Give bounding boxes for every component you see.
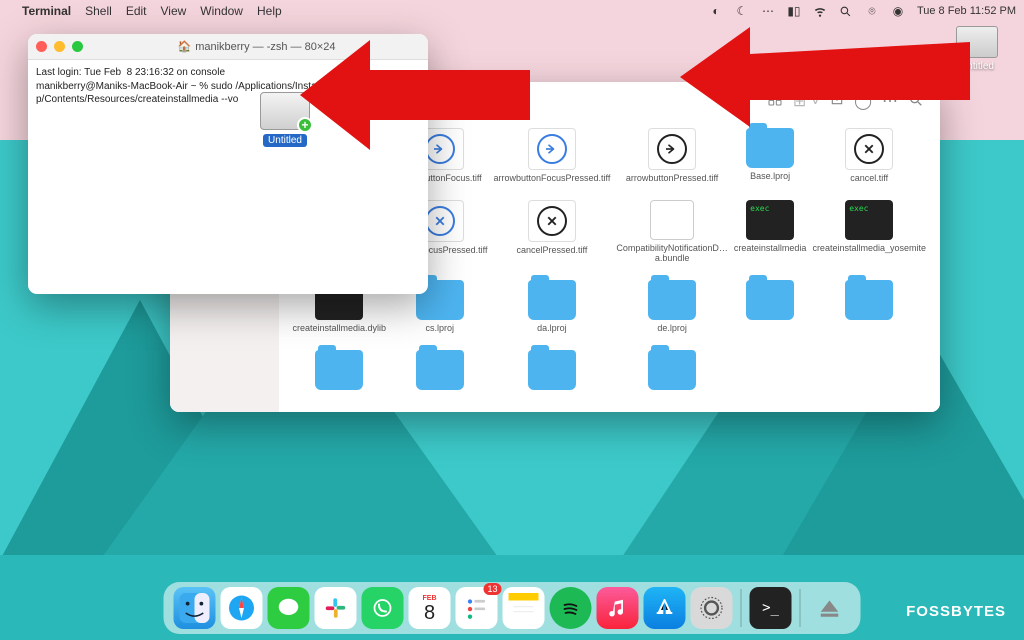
file-label: createinstallmedia	[734, 243, 807, 253]
cancel-icon	[537, 206, 567, 236]
dock-terminal[interactable]: >_	[750, 587, 792, 629]
exec-icon: exec	[746, 200, 794, 240]
watermark: FOSSBYTES	[906, 603, 1006, 620]
file-item[interactable]: CompatibilityNotificationD…a.bundle	[616, 200, 728, 274]
dock-settings[interactable]	[691, 587, 733, 629]
dock-reminders[interactable]: 13	[456, 587, 498, 629]
menu-shell[interactable]: Shell	[85, 4, 112, 18]
home-icon: 🏠	[177, 40, 191, 53]
do-not-disturb-icon[interactable]: ◐	[709, 4, 723, 18]
file-item[interactable]	[616, 350, 728, 404]
minimize-button[interactable]	[54, 41, 65, 52]
dock-calendar[interactable]: FEB8	[409, 587, 451, 629]
file-item[interactable]: de.lproj	[616, 280, 728, 344]
spotlight-icon[interactable]	[839, 4, 853, 18]
folder-icon	[648, 280, 696, 320]
file-item[interactable]	[493, 350, 610, 404]
file-item[interactable]: cancel.tiff	[812, 128, 926, 194]
folder-icon	[528, 350, 576, 390]
wifi-icon[interactable]	[813, 4, 827, 18]
file-item[interactable]	[812, 280, 926, 344]
file-label: cancel.tiff	[850, 173, 888, 183]
menu-window[interactable]: Window	[200, 4, 243, 18]
file-item[interactable]: exec createinstallmedia	[734, 200, 807, 274]
dock-spotify[interactable]	[550, 587, 592, 629]
file-item[interactable]: Base.lproj	[734, 128, 807, 194]
folder-icon	[845, 280, 893, 320]
file-item[interactable]: arrowbuttonPressed.tiff	[616, 128, 728, 194]
zoom-button[interactable]	[72, 41, 83, 52]
file-label: createinstallmedia_yosemite	[812, 243, 926, 253]
control-center-icon[interactable]: ⌾	[865, 4, 879, 18]
dock: FEB8 13 >_	[164, 582, 861, 634]
menu-view[interactable]: View	[161, 4, 187, 18]
folder-icon	[746, 280, 794, 320]
dock-appstore[interactable]	[644, 587, 686, 629]
folder-icon	[315, 350, 363, 390]
dock-whatsapp[interactable]	[362, 587, 404, 629]
file-label: arrowbuttonFocusPressed.tiff	[493, 173, 610, 183]
exec-icon: exec	[845, 200, 893, 240]
folder-icon	[416, 350, 464, 390]
file-label: CompatibilityNotificationD…a.bundle	[616, 243, 728, 263]
dock-safari[interactable]	[221, 587, 263, 629]
dock-notes[interactable]	[503, 587, 545, 629]
file-label: de.lproj	[657, 323, 687, 333]
file-label: cancelPressed.tiff	[516, 245, 587, 255]
file-label: createinstallmedia.dylib	[293, 323, 387, 333]
file-item[interactable]: da.lproj	[493, 280, 610, 344]
battery-icon[interactable]: ▮▯	[787, 4, 801, 18]
file-item[interactable]: cancelPressed.tiff	[493, 200, 610, 274]
arrow-icon	[657, 134, 687, 164]
file-label: da.lproj	[537, 323, 567, 333]
dock-music[interactable]	[597, 587, 639, 629]
menu-edit[interactable]: Edit	[126, 4, 147, 18]
dock-separator	[741, 589, 742, 627]
menu-extra-icon[interactable]: ⋯	[761, 4, 775, 18]
dock-messages[interactable]	[268, 587, 310, 629]
close-button[interactable]	[36, 41, 47, 52]
annotation-arrow-right	[680, 22, 970, 132]
menubar: Terminal Shell Edit View Window Help ◐ ☾…	[0, 0, 1024, 22]
folder-icon	[746, 128, 794, 168]
menu-help[interactable]: Help	[257, 4, 282, 18]
folder-icon	[648, 350, 696, 390]
dock-finder[interactable]	[174, 587, 216, 629]
cancel-icon	[425, 206, 455, 236]
dock-separator	[800, 589, 801, 627]
menubar-app-name[interactable]: Terminal	[22, 4, 71, 18]
file-item[interactable]: exec createinstallmedia_yosemite	[812, 200, 926, 274]
file-item[interactable]	[293, 350, 387, 404]
file-item[interactable]	[392, 350, 487, 404]
cancel-icon	[854, 134, 884, 164]
file-item[interactable]	[734, 280, 807, 344]
bundle-icon	[650, 200, 694, 240]
file-label: Base.lproj	[750, 171, 790, 181]
file-label: arrowbuttonPressed.tiff	[626, 173, 718, 183]
dock-trash-eject[interactable]	[809, 587, 851, 629]
menubar-datetime[interactable]: Tue 8 Feb 11:52 PM	[917, 5, 1016, 17]
arrow-icon	[537, 134, 567, 164]
file-label: cs.lproj	[426, 323, 455, 333]
siri-icon[interactable]: ◉	[891, 4, 905, 18]
dock-slack[interactable]	[315, 587, 357, 629]
folder-icon	[528, 280, 576, 320]
annotation-arrow-left	[300, 30, 530, 160]
moon-icon[interactable]: ☾	[735, 4, 749, 18]
